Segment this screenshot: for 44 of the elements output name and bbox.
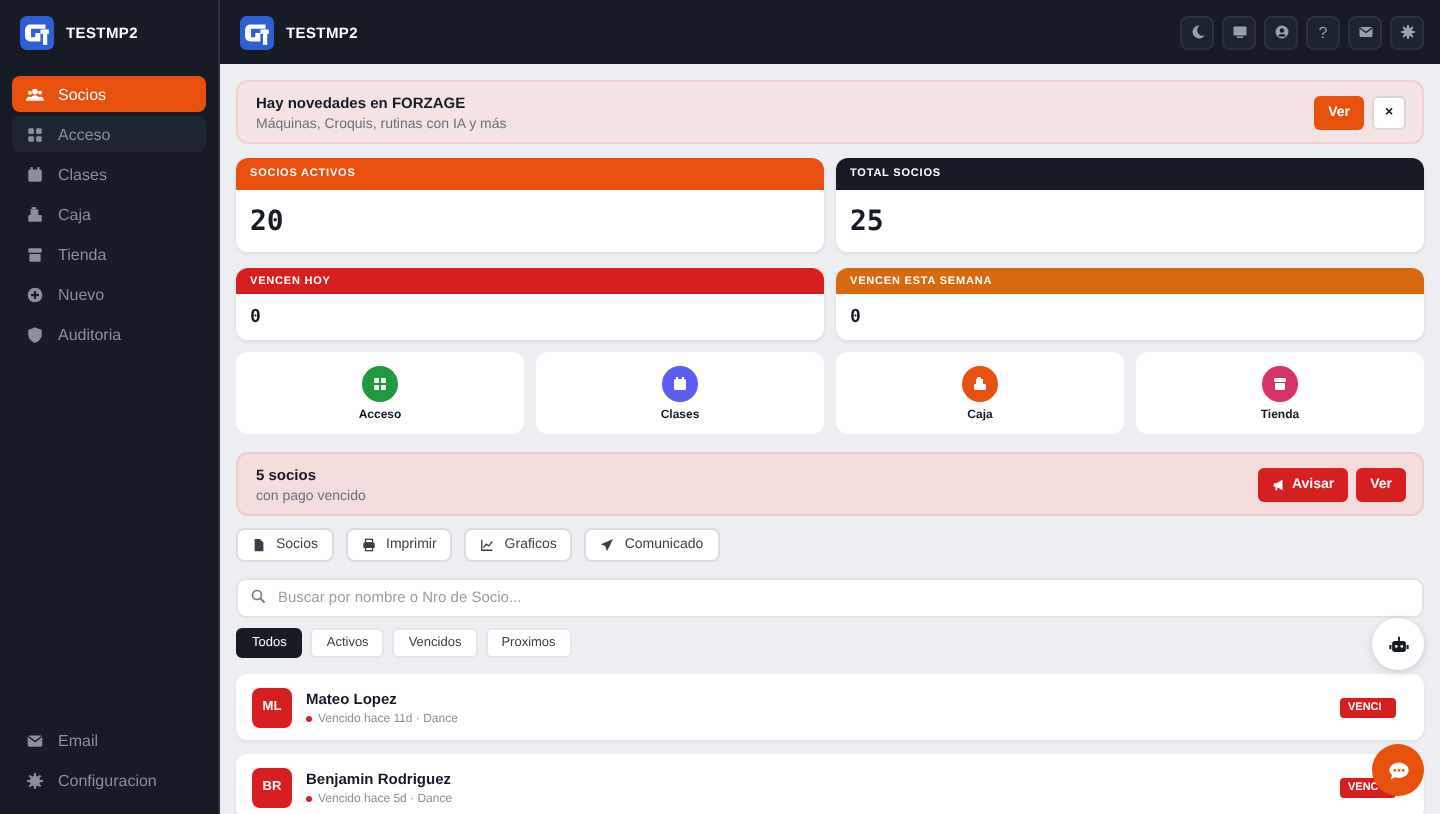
settings-button[interactable] [1390, 15, 1424, 49]
grid-icon [26, 125, 44, 143]
user-circle-button[interactable] [1264, 15, 1298, 49]
sidebar-item[interactable]: Auditoria [12, 316, 206, 352]
logo-icon [240, 15, 274, 49]
chat-icon [1387, 759, 1409, 781]
search-icon [250, 588, 266, 604]
plus-circle-icon [26, 285, 44, 303]
sidebar-item[interactable]: Configuracion [12, 762, 206, 798]
settings-icon [1399, 24, 1415, 40]
cash-register-icon [26, 205, 44, 223]
robot-icon [1387, 633, 1409, 655]
assistant-button[interactable] [1372, 618, 1424, 670]
sidebar-item[interactable]: Clases [12, 156, 206, 192]
mail-icon [1357, 24, 1373, 40]
sidebar-item[interactable]: Acceso [12, 116, 206, 152]
chart-icon [480, 538, 495, 552]
user-circle-icon [1273, 24, 1289, 40]
calendar-icon [26, 165, 44, 183]
shield-icon [26, 325, 44, 343]
settings-icon [26, 771, 44, 789]
moon-button[interactable] [1180, 15, 1214, 49]
printer-icon [362, 538, 377, 552]
megaphone-icon [1271, 477, 1286, 491]
logo-icon [20, 15, 54, 49]
moon-icon [1189, 24, 1205, 40]
stat-value: 20 [248, 203, 286, 241]
mail-icon [26, 731, 44, 749]
monitor-button[interactable] [1222, 15, 1256, 49]
sidebar-item[interactable]: Nuevo [12, 276, 206, 312]
sidebar-item[interactable]: Email [12, 722, 206, 758]
sidebar-item[interactable]: Socios [12, 76, 206, 112]
mail-button[interactable] [1348, 15, 1382, 49]
send-icon [600, 538, 615, 552]
monitor-icon [1231, 24, 1247, 40]
sidebar-item[interactable]: Caja [12, 196, 206, 232]
file-icon [252, 538, 266, 552]
sidebar-item[interactable]: Tienda [12, 236, 206, 272]
users-icon [26, 85, 44, 103]
stat-value: 0 [248, 305, 263, 331]
store-icon [26, 245, 44, 263]
help-button[interactable]: ? [1306, 15, 1340, 49]
stat-value: 25 [848, 203, 886, 241]
stat-value: 0 [848, 305, 863, 331]
